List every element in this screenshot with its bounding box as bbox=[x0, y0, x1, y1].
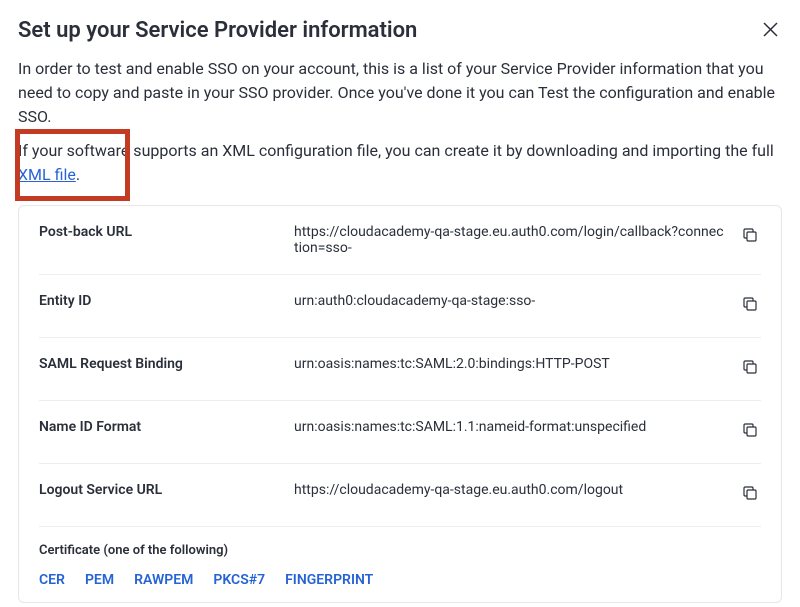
page-title: Set up your Service Provider information bbox=[18, 18, 417, 43]
cert-link-fingerprint[interactable]: FINGERPRINT bbox=[285, 572, 373, 588]
certificate-section: Certificate (one of the following) CER P… bbox=[39, 527, 761, 588]
xml-text-before: If your software supports an XML configu… bbox=[18, 141, 774, 160]
info-label: Logout Service URL bbox=[39, 482, 294, 498]
copy-button[interactable] bbox=[739, 293, 761, 319]
cert-link-pkcs7[interactable]: PKCS#7 bbox=[213, 572, 265, 588]
certificate-label: Certificate (one of the following) bbox=[39, 543, 761, 558]
info-value: urn:oasis:names:tc:SAML:2.0:bindings:HTT… bbox=[294, 356, 739, 372]
info-value: https://cloudacademy-qa-stage.eu.auth0.c… bbox=[294, 482, 739, 498]
xml-instruction-text: If your software supports an XML configu… bbox=[18, 139, 782, 187]
info-row-logout-url: Logout Service URL https://cloudacademy-… bbox=[39, 464, 761, 527]
info-value: https://cloudacademy-qa-stage.eu.auth0.c… bbox=[294, 224, 739, 256]
cert-link-rawpem[interactable]: RAWPEM bbox=[134, 572, 193, 588]
info-label: SAML Request Binding bbox=[39, 356, 294, 372]
info-value: urn:auth0:cloudacademy-qa-stage:sso- bbox=[294, 293, 739, 309]
xml-file-link[interactable]: XML file bbox=[18, 165, 76, 184]
info-label: Entity ID bbox=[39, 293, 294, 309]
copy-icon bbox=[741, 295, 759, 313]
copy-icon bbox=[741, 484, 759, 502]
info-label: Post-back URL bbox=[39, 224, 294, 240]
copy-button[interactable] bbox=[739, 419, 761, 445]
copy-icon bbox=[741, 226, 759, 244]
service-provider-info-card: Post-back URL https://cloudacademy-qa-st… bbox=[18, 205, 782, 603]
cert-link-pem[interactable]: PEM bbox=[85, 572, 114, 588]
cert-link-cer[interactable]: CER bbox=[39, 572, 65, 588]
certificate-links: CER PEM RAWPEM PKCS#7 FINGERPRINT bbox=[39, 572, 761, 588]
info-row-nameid-format: Name ID Format urn:oasis:names:tc:SAML:1… bbox=[39, 401, 761, 464]
xml-text-after: . bbox=[76, 165, 80, 184]
description-text: In order to test and enable SSO on your … bbox=[18, 57, 782, 129]
info-row-postback-url: Post-back URL https://cloudacademy-qa-st… bbox=[39, 206, 761, 275]
copy-button[interactable] bbox=[739, 356, 761, 382]
copy-button[interactable] bbox=[739, 482, 761, 508]
info-row-entity-id: Entity ID urn:auth0:cloudacademy-qa-stag… bbox=[39, 275, 761, 338]
info-row-saml-binding: SAML Request Binding urn:oasis:names:tc:… bbox=[39, 338, 761, 401]
info-label: Name ID Format bbox=[39, 419, 294, 435]
info-value: urn:oasis:names:tc:SAML:1.1:nameid-forma… bbox=[294, 419, 739, 435]
copy-button[interactable] bbox=[739, 224, 761, 250]
close-button[interactable] bbox=[759, 18, 782, 45]
copy-icon bbox=[741, 358, 759, 376]
copy-icon bbox=[741, 421, 759, 439]
close-icon bbox=[763, 22, 778, 37]
